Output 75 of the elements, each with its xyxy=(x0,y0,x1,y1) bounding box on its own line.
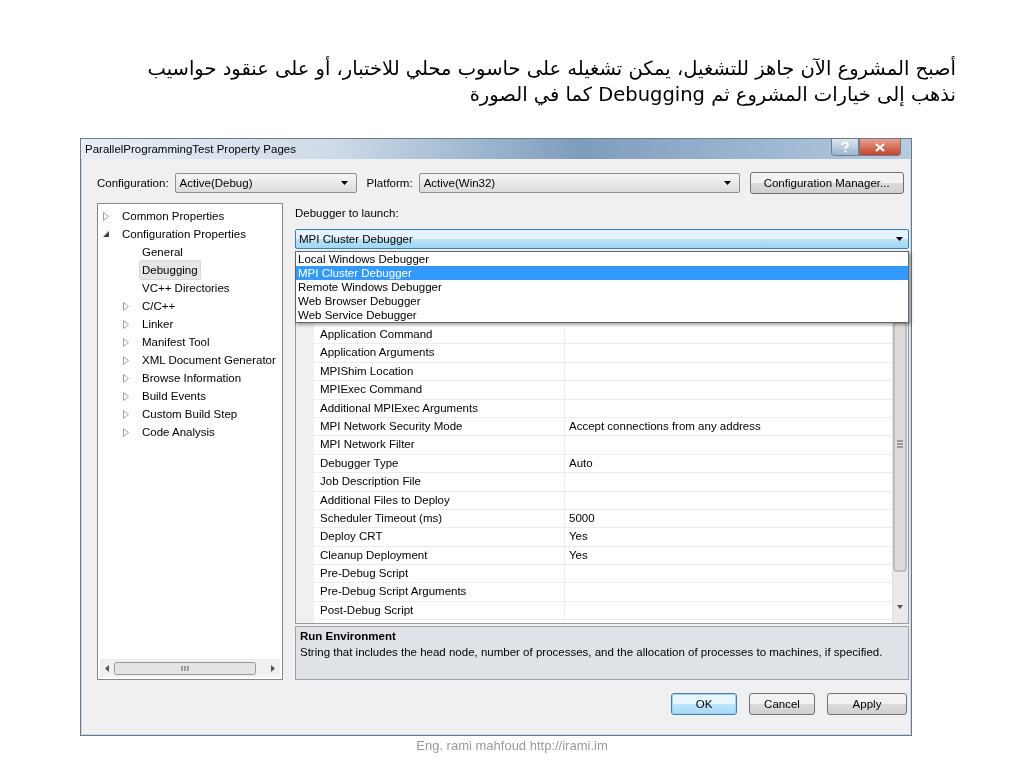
configuration-label: Configuration: xyxy=(97,177,169,189)
scrollbar-thumb[interactable] xyxy=(114,662,256,675)
collapsed-triangle-icon[interactable] xyxy=(123,373,129,383)
property-name: Application Command xyxy=(314,326,565,344)
collapsed-triangle-icon[interactable] xyxy=(123,427,129,437)
property-value: Yes xyxy=(569,548,588,561)
property-name: MPIExec Command xyxy=(314,381,565,399)
property-name: Cleanup Deployment xyxy=(314,546,565,565)
left-arrow-icon[interactable] xyxy=(105,665,109,672)
platform-label: Platform: xyxy=(366,177,413,189)
right-arrow-icon[interactable] xyxy=(271,665,275,672)
collapsed-triangle-icon[interactable] xyxy=(103,211,109,221)
property-name: MPI Network Security Mode xyxy=(314,417,565,436)
tree-item[interactable]: Manifest Tool xyxy=(139,335,213,349)
property-name: Deploy CRT xyxy=(314,528,565,546)
caption-line: نذهب إلى خيارات المشروع ثم Debugging كما في الصورة xyxy=(468,82,956,108)
property-value: Auto xyxy=(569,456,593,469)
description-text: String that includes the head node, number of processes, and the allocation of processes to machines, if specified. xyxy=(300,646,884,658)
debugger-dropdown[interactable]: MPI Cluster Debugger xyxy=(295,229,909,249)
tree-item[interactable]: XML Document Generator xyxy=(139,353,279,367)
collapsed-triangle-icon[interactable] xyxy=(123,301,129,311)
dropdown-option[interactable]: Web Service Debugger xyxy=(296,308,908,322)
configuration-dropdown[interactable]: Active(Debug) xyxy=(174,173,357,193)
help-icon xyxy=(841,141,849,153)
caret-icon xyxy=(340,181,348,185)
help-button[interactable] xyxy=(831,139,859,156)
tree-item[interactable]: C/C++ xyxy=(139,299,179,313)
property-name: MPI Network Filter xyxy=(314,436,565,454)
horizontal-scrollbar[interactable] xyxy=(100,659,280,677)
tree-item[interactable]: VC++ Directories xyxy=(139,281,233,295)
description-title: Run Environment xyxy=(300,630,397,642)
close-icon xyxy=(875,142,885,152)
dialog-button[interactable]: Apply xyxy=(827,693,907,715)
configuration-manager-button[interactable]: Configuration Manager... xyxy=(749,172,904,194)
property-name: MPIShim Location xyxy=(314,362,565,381)
property-name: Additional Files to Deploy xyxy=(314,491,565,509)
property-name: Additional MPIExec Arguments xyxy=(314,399,565,417)
collapsed-triangle-icon[interactable] xyxy=(123,355,129,365)
property-name: Job Description File xyxy=(314,473,565,491)
caption-line: أصبح المشروع الآن جاهز للتشغيل، يمكن تشغيله على حاسوب محلي للاختبار، أو على عنقود حواسيب xyxy=(146,56,956,82)
tree-item[interactable]: Debugging xyxy=(139,260,201,280)
tree-item[interactable]: Build Events xyxy=(139,389,209,403)
dialog-button[interactable]: OK xyxy=(671,693,737,715)
close-button[interactable] xyxy=(859,139,901,156)
property-value: 5000 xyxy=(569,511,595,524)
property-name: Application Arguments xyxy=(314,344,565,362)
property-name: Scheduler Timeout (ms) xyxy=(314,509,565,528)
tree-item[interactable]: Browse Information xyxy=(139,371,245,385)
dialog-button[interactable]: Cancel xyxy=(749,693,815,715)
caret-icon xyxy=(896,237,903,241)
property-value: Accept connections from any address xyxy=(569,419,761,432)
property-value: Yes xyxy=(569,530,588,543)
property-name: Debugger Type xyxy=(314,454,565,473)
collapsed-triangle-icon[interactable] xyxy=(123,319,129,329)
property-name: Pre-Debug Script xyxy=(314,565,565,583)
tree-item[interactable]: Custom Build Step xyxy=(139,407,241,421)
collapsed-triangle-icon[interactable] xyxy=(123,337,129,347)
footer-text: Eng. rami mahfoud http://irami.im xyxy=(416,738,608,753)
collapsed-triangle-icon[interactable] xyxy=(123,409,129,419)
caret-icon xyxy=(723,181,731,185)
dropdown-option[interactable]: Local Windows Debugger xyxy=(296,252,908,266)
property-name: Pre-Debug Script Arguments xyxy=(314,583,565,601)
tree-item[interactable]: Common Properties xyxy=(119,209,228,223)
dropdown-option[interactable]: Web Browser Debugger xyxy=(296,294,908,308)
dropdown-option[interactable]: Remote Windows Debugger xyxy=(296,280,908,294)
debugger-label: Debugger to launch: xyxy=(295,207,399,219)
tree-item[interactable]: Code Analysis xyxy=(139,425,218,439)
collapsed-triangle-icon[interactable] xyxy=(123,391,129,401)
tree-item[interactable]: Linker xyxy=(139,317,177,331)
platform-dropdown[interactable]: Active(Win32) xyxy=(418,173,740,193)
window-title: ParallelProgrammingTest Property Pages xyxy=(85,143,296,155)
tree-item[interactable]: General xyxy=(139,245,186,259)
tree-item[interactable]: Configuration Properties xyxy=(119,227,249,241)
property-name: Post-Debug Script xyxy=(314,601,565,620)
expanded-triangle-icon[interactable] xyxy=(103,230,110,238)
